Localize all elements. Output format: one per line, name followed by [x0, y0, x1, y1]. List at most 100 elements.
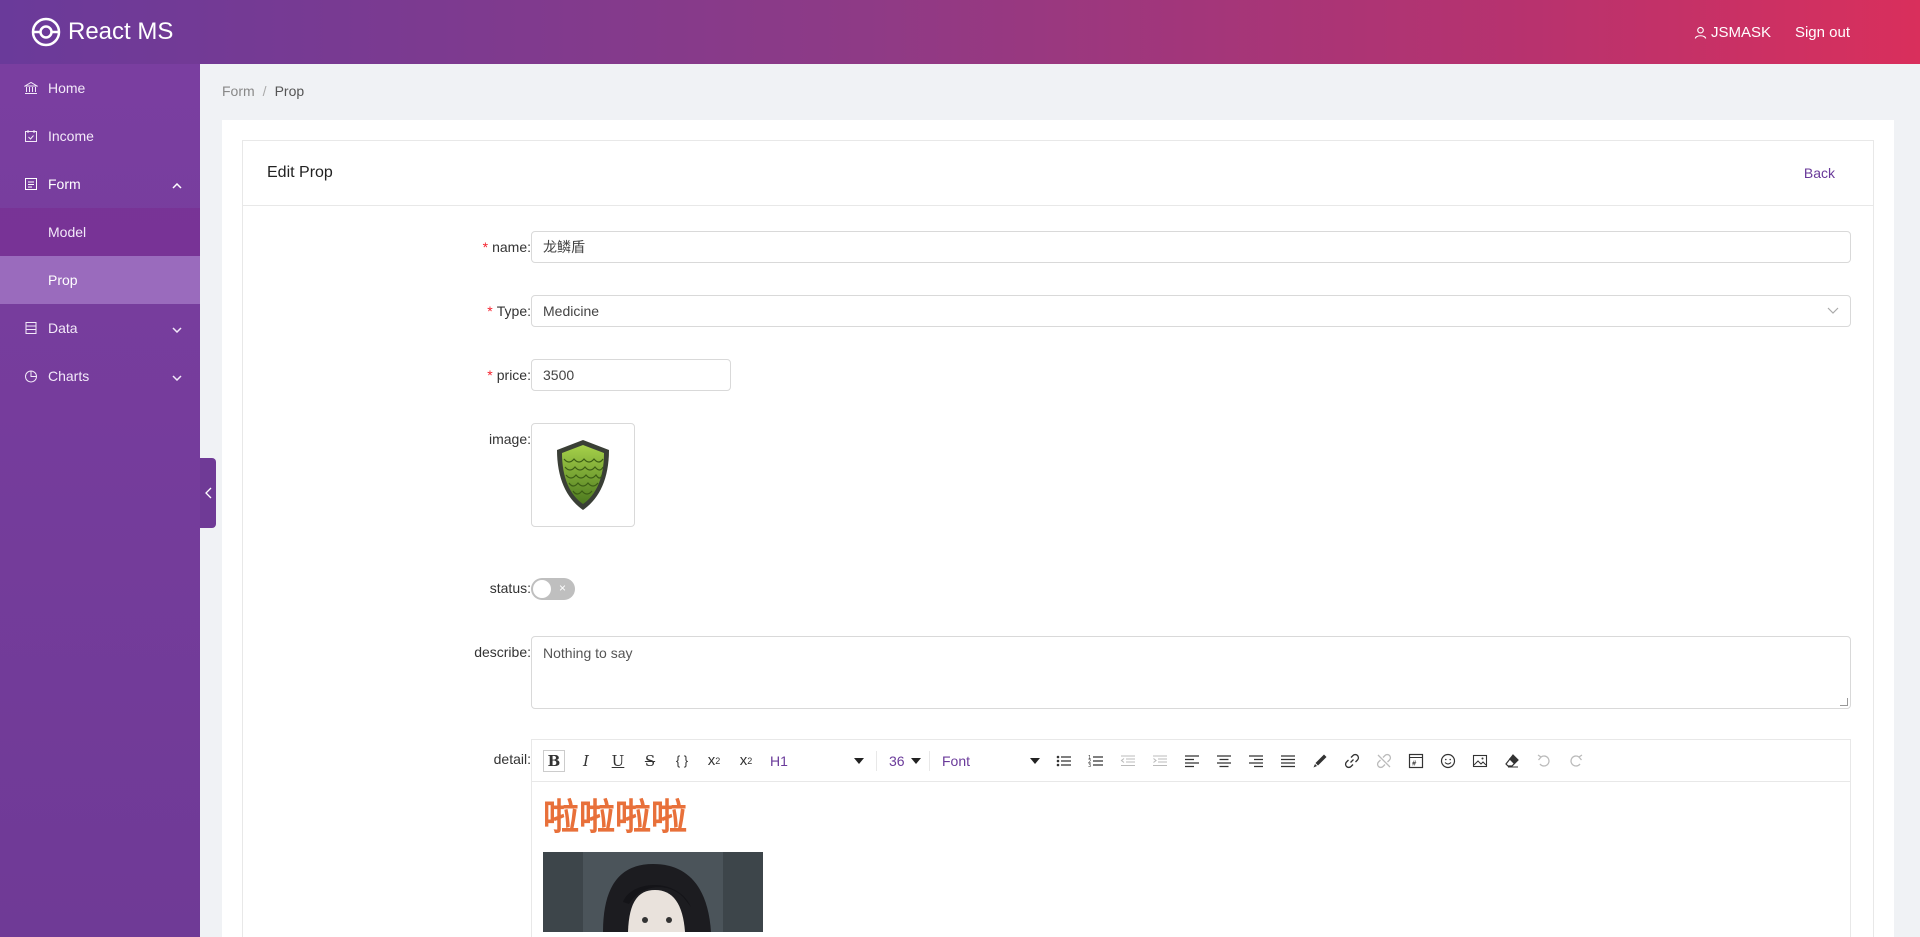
- back-link[interactable]: Back: [1804, 165, 1835, 181]
- font-size-select[interactable]: 36: [883, 747, 923, 775]
- anime-character-image: [543, 852, 763, 932]
- describe-textarea[interactable]: Nothing to say: [531, 636, 1851, 709]
- card-header: Edit Prop Back: [243, 141, 1873, 206]
- status-switch[interactable]: ×: [531, 578, 575, 600]
- italic-button[interactable]: I: [572, 747, 600, 775]
- label-text: status: [489, 580, 528, 596]
- sidebar-item-label: Model: [48, 224, 87, 240]
- breadcrumb-parent[interactable]: Form: [222, 83, 255, 99]
- username: JSMASK: [1710, 23, 1771, 41]
- eraser-icon[interactable]: [1498, 747, 1526, 775]
- price-input[interactable]: 3500: [531, 359, 731, 391]
- caret-down-icon: [1030, 757, 1040, 764]
- signout-link[interactable]: Sign out: [1795, 24, 1850, 41]
- bold-button[interactable]: B: [543, 749, 565, 772]
- sidebar-item-data[interactable]: Data: [0, 304, 200, 352]
- name-input[interactable]: 龙鳞盾: [531, 231, 1851, 263]
- chevron-up-icon: [172, 176, 182, 192]
- user-icon: [1694, 26, 1707, 39]
- sidebar-item-model[interactable]: Model: [0, 208, 200, 256]
- align-left-icon[interactable]: [1178, 747, 1206, 775]
- content-area: Edit Prop Back * name: 龙鳞盾 * Type: Medicin…: [222, 120, 1894, 937]
- rich-text-editor: B I U S { } x2 x2 H1 36 Font 1 2 3 # 啦啦啦…: [531, 739, 1851, 937]
- sidebar-item-income[interactable]: Income: [0, 112, 200, 160]
- redo-icon[interactable]: [1562, 747, 1590, 775]
- image-icon[interactable]: [1466, 747, 1494, 775]
- align-justify-icon[interactable]: [1274, 747, 1302, 775]
- header-actions: JSMASK Sign out: [1694, 0, 1850, 64]
- app-logo[interactable]: React MS: [30, 14, 173, 50]
- label-text: detail: [493, 751, 528, 767]
- sidebar-item-label: Income: [48, 128, 94, 144]
- chevron-down-icon: [172, 368, 182, 384]
- form-icon: [24, 177, 38, 191]
- unlink-icon[interactable]: [1370, 747, 1398, 775]
- font-family-select[interactable]: Font: [936, 747, 1046, 775]
- price-label: * price:: [487, 367, 531, 383]
- sidebar-item-prop[interactable]: Prop: [0, 256, 200, 304]
- sidebar: Home Income Form Model Prop Data Charts: [0, 64, 200, 937]
- status-label: status:: [489, 580, 531, 596]
- editor-content[interactable]: 啦啦啦啦: [532, 782, 1850, 937]
- chevron-left-icon: [204, 487, 211, 499]
- edit-card: Edit Prop Back * name: 龙鳞盾 * Type: Medicin…: [242, 140, 1874, 937]
- heading-select[interactable]: H1: [764, 747, 870, 775]
- superscript-button[interactable]: x2: [700, 747, 728, 775]
- align-right-icon[interactable]: [1242, 747, 1270, 775]
- sidebar-item-charts[interactable]: Charts: [0, 352, 200, 400]
- svg-text:#: #: [1412, 759, 1417, 767]
- character-illustration: [543, 852, 763, 932]
- calendar-check-icon: [24, 129, 38, 143]
- text-color-icon[interactable]: [1306, 747, 1334, 775]
- undo-icon[interactable]: [1530, 747, 1558, 775]
- sidebar-item-form[interactable]: Form: [0, 160, 200, 208]
- required-marker: *: [482, 239, 489, 255]
- page-title: Edit Prop: [267, 164, 333, 181]
- align-center-icon[interactable]: [1210, 747, 1238, 775]
- sidebar-item-label: Home: [48, 80, 86, 96]
- sidebar-collapse-toggle[interactable]: [200, 458, 216, 528]
- resize-handle[interactable]: [1840, 698, 1848, 706]
- editor-toolbar: B I U S { } x2 x2 H1 36 Font 1 2 3 #: [532, 740, 1850, 782]
- required-marker: *: [487, 303, 493, 319]
- price-value: 3500: [543, 367, 575, 383]
- ordered-list-icon[interactable]: 123: [1082, 747, 1110, 775]
- indent-icon[interactable]: [1146, 747, 1174, 775]
- font-size-value: 36: [889, 752, 905, 769]
- chevron-down-icon: [172, 320, 182, 336]
- code-button[interactable]: { }: [668, 747, 696, 775]
- editor-heading-text: 啦啦啦啦: [543, 797, 688, 838]
- name-label: * name:: [482, 239, 531, 255]
- unordered-list-icon[interactable]: [1050, 747, 1078, 775]
- type-select[interactable]: Medicine: [531, 295, 1851, 327]
- sidebar-item-label: Form: [48, 176, 81, 192]
- underline-button[interactable]: U: [604, 747, 632, 775]
- toolbar-divider: [876, 750, 877, 771]
- subscript-button[interactable]: x2: [732, 747, 760, 775]
- caret-down-icon: [854, 757, 864, 764]
- form-submenu: Model Prop: [0, 208, 200, 304]
- sidebar-item-home[interactable]: Home: [0, 64, 200, 112]
- outdent-icon[interactable]: [1114, 747, 1142, 775]
- sidebar-item-label: Charts: [48, 368, 90, 384]
- app-title: React MS: [68, 18, 174, 45]
- emoji-icon[interactable]: [1434, 747, 1462, 775]
- link-icon[interactable]: [1338, 747, 1366, 775]
- font-family-value: Font: [942, 752, 971, 769]
- describe-label: describe:: [474, 644, 531, 660]
- breadcrumb-current: Prop: [274, 83, 305, 99]
- label-text: name: [492, 239, 528, 255]
- strikethrough-button[interactable]: S: [636, 747, 664, 775]
- image-upload[interactable]: [531, 423, 635, 527]
- toolbar-divider: [929, 750, 930, 771]
- pie-chart-icon: [24, 369, 38, 383]
- close-icon: ×: [558, 581, 566, 595]
- heading-value: H1: [770, 752, 788, 769]
- form-row-status: status: ×: [243, 578, 1875, 600]
- dragon-scale-shield-image: [557, 440, 609, 510]
- database-icon: [24, 321, 38, 335]
- required-marker: *: [487, 367, 493, 383]
- code-block-icon[interactable]: #: [1402, 747, 1430, 775]
- user-menu[interactable]: JSMASK: [1694, 24, 1771, 41]
- breadcrumb: Form / Prop: [222, 83, 304, 99]
